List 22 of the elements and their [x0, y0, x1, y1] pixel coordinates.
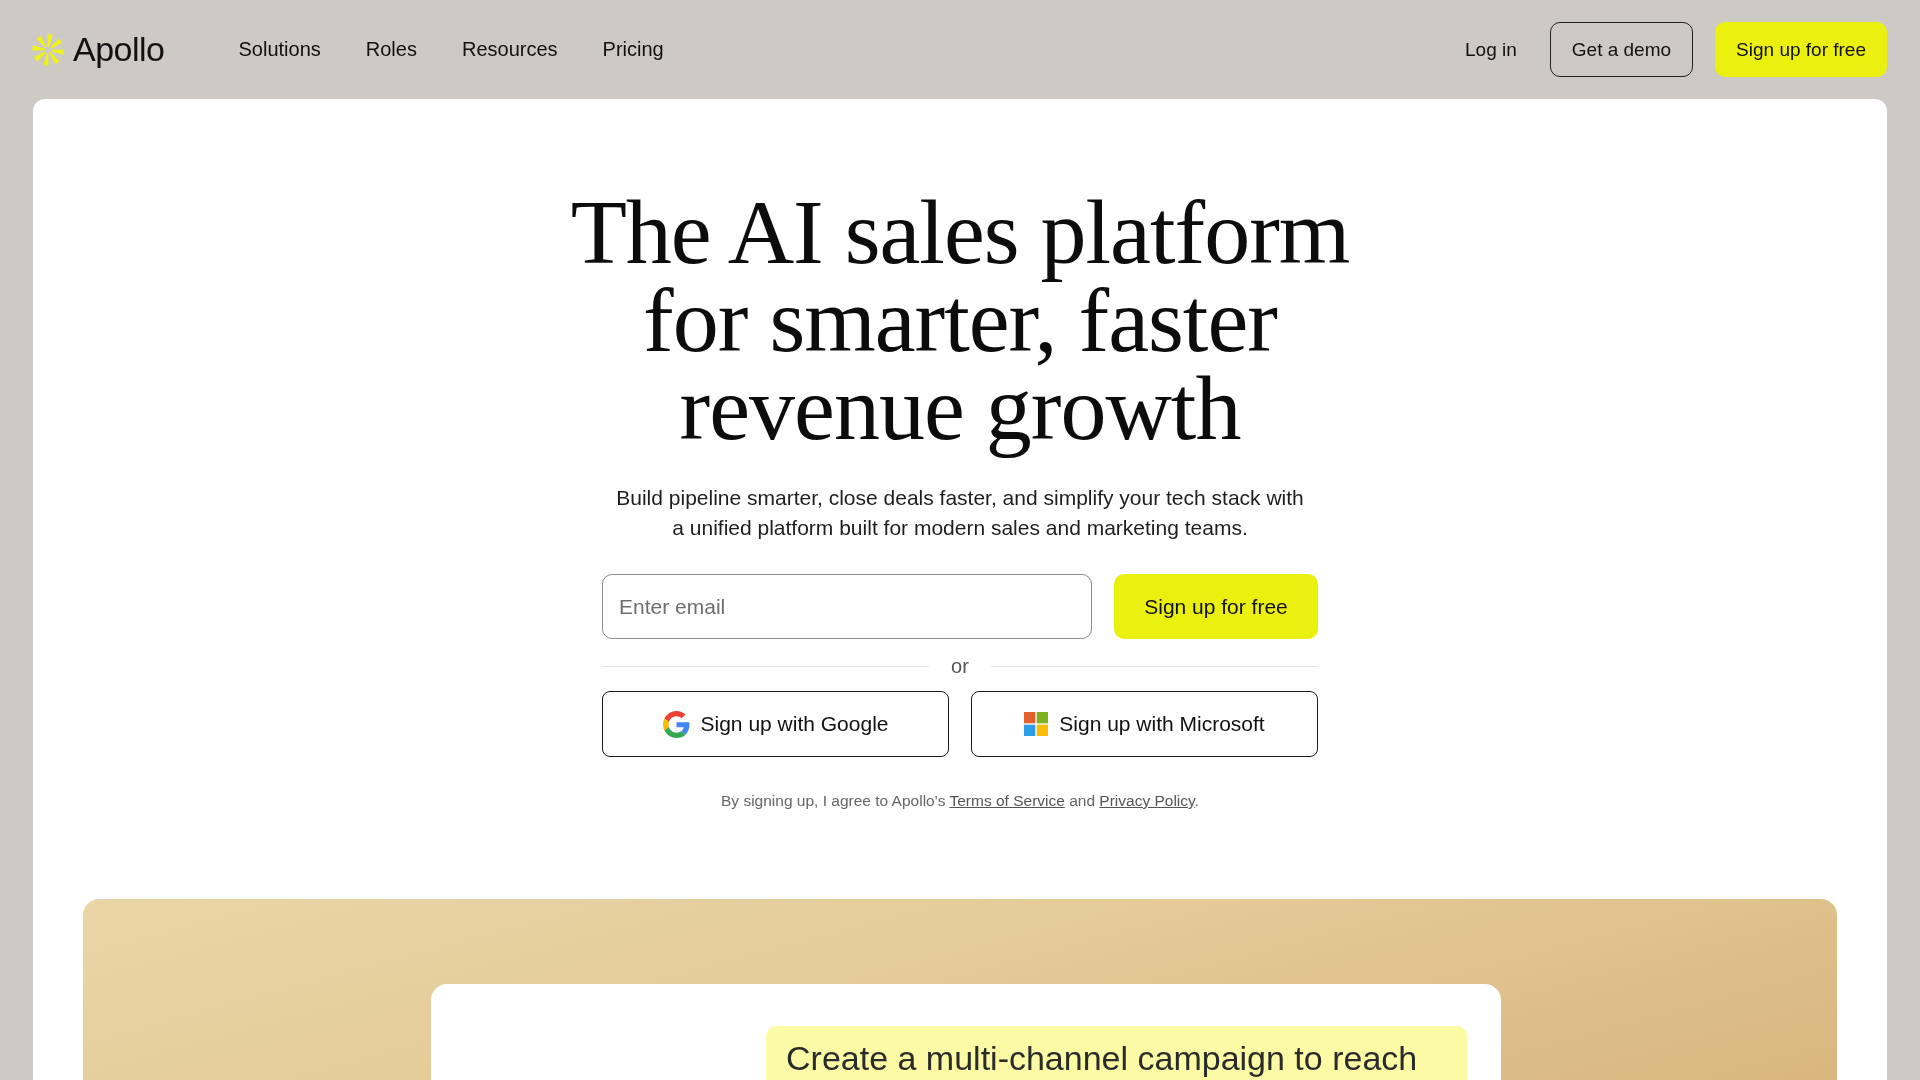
- legal-link[interactable]: Terms of Service: [949, 792, 1065, 809]
- nav-link[interactable]: Solutions: [238, 38, 321, 61]
- four-squares-icon: [1024, 712, 1049, 736]
- hero-subtitle: Build pipeline smarter, close deals faster, and simplify your tech stack with a unified platform built for modern sales and marketing teams.: [615, 485, 1305, 541]
- hero-headline: The AI sales platform for smarter, faster revenue growth: [569, 182, 1351, 461]
- nav-link[interactable]: Roles: [365, 38, 417, 61]
- demo-button[interactable]: Get a demo: [1549, 22, 1694, 77]
- sign-up-button[interactable]: Sign up for free: [1114, 574, 1318, 639]
- prompt-bubble: Create a multi-channel campaign to reach: [766, 1026, 1467, 1080]
- log-in-link[interactable]: Log in: [1465, 38, 1517, 61]
- legal-link[interactable]: Privacy Policy: [1099, 792, 1195, 809]
- google-icon: [662, 710, 690, 738]
- divider-label: or: [950, 655, 970, 677]
- nav-link[interactable]: Resources: [461, 38, 558, 61]
- sign-up-button[interactable]: Sign up for free: [1715, 22, 1887, 77]
- email-field[interactable]: Enter email: [602, 574, 1092, 639]
- starburst-logo-icon: [32, 33, 64, 66]
- nav-link[interactable]: Pricing: [602, 38, 664, 61]
- home-logo-link[interactable]: Apollo: [32, 30, 165, 69]
- terms-text: By signing up, I agree to Apollo's Terms of Service and Privacy Policy.: [721, 791, 1199, 811]
- google-sign-up-button[interactable]: Sign up with Google: [602, 691, 949, 757]
- microsoft-sign-up-button[interactable]: Sign up with Microsoft: [971, 691, 1318, 757]
